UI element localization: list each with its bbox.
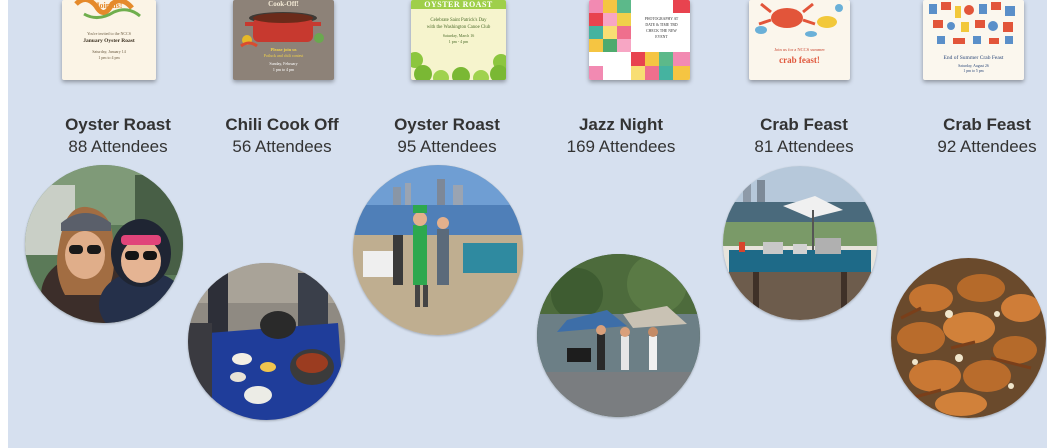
card-line: EVENT [655, 35, 668, 39]
photo-chili-cook-off-table [188, 263, 345, 420]
event-name: Oyster Roast [394, 115, 500, 134]
card-heading: crab feast! [779, 55, 820, 65]
attendee-count: 88 Attendees [68, 137, 168, 156]
invitation-card-chili-cook-off: Cook-Off! Please join us Potluck and chi… [233, 0, 334, 80]
attendee-count: 92 Attendees [937, 137, 1037, 156]
event-name: Crab Feast [943, 115, 1031, 134]
attendee-count: 56 Attendees [232, 137, 332, 156]
card-line: 1 pm to 4 pm [272, 67, 295, 72]
card-heading: End of Summer Crab Feast [943, 55, 1004, 61]
card-line: Saturday, March 16 [442, 33, 475, 38]
card-line: Sunday, February [269, 61, 298, 66]
event-name: Oyster Roast [65, 115, 171, 134]
invitation-card-end-of-summer-crab-feast: End of Summer Crab Feast Saturday, Augus… [923, 0, 1024, 80]
invitation-card-jazz-night: PHOTOGRAPHY AT DATE & TIME TBD CHECK THE… [589, 0, 690, 80]
card-line: Celebrate Saint Patrick's Day [430, 18, 487, 23]
event-label-oyster-roast-january: Oyster Roast 88 Attendees [33, 114, 203, 158]
event-name: Crab Feast [760, 115, 848, 134]
event-label-crab-feast-end-of-summer: Crab Feast 92 Attendees [902, 114, 1047, 158]
attendee-count: 95 Attendees [397, 137, 497, 156]
invitation-card-oyster-roast-march: OYSTER ROAST Celebrate Saint Patrick's D… [411, 0, 506, 80]
photo-crab-feast-buffet [723, 166, 877, 320]
event-label-crab-feast-summer: Crab Feast 81 Attendees [719, 114, 889, 158]
card-line: 1 pm to 4 pm [98, 55, 120, 60]
card-line: CHECK THE NEW [646, 29, 677, 33]
photo-oyster-roast-selfie [25, 165, 183, 323]
card-line: 1 pm - 4 pm [448, 39, 469, 44]
card-heading: Join us! [95, 1, 123, 10]
card-line: Saturday, January 14 [92, 49, 126, 54]
photo-crab-feast-crabs [891, 258, 1046, 418]
card-heading: Cook-Off! [268, 0, 299, 8]
photo-oyster-roast-waterfront [353, 165, 523, 335]
invitation-card-oyster-roast-january: Join us! You're invited to the NCCS Janu… [62, 0, 156, 80]
event-label-jazz-night: Jazz Night 169 Attendees [536, 114, 706, 158]
card-line: Saturday, August 26 [958, 64, 989, 68]
card-line: Please join us [270, 47, 297, 52]
card-line: PHOTOGRAPHY AT [644, 17, 679, 21]
event-name: Chili Cook Off [225, 115, 339, 134]
photo-jazz-night-band [537, 254, 700, 417]
card-heading: OYSTER ROAST [424, 0, 493, 9]
event-label-chili-cook-off: Chili Cook Off 56 Attendees [197, 114, 367, 158]
card-line: DATE & TIME TBD [645, 23, 678, 27]
slide-background: Join us! You're invited to the NCCS Janu… [8, 0, 1047, 448]
event-label-oyster-roast-march: Oyster Roast 95 Attendees [362, 114, 532, 158]
event-name: Jazz Night [578, 115, 664, 134]
card-line: with the Washington Canoe Club [426, 25, 491, 30]
card-line: 1 pm to 5 pm [963, 69, 984, 73]
attendee-count: 81 Attendees [754, 137, 854, 156]
invitation-card-crab-feast-summer: Join us for a NCCS summer crab feast! [749, 0, 850, 80]
card-line: Potluck and chili contest [263, 53, 304, 58]
card-line: January Oyster Roast [83, 38, 135, 44]
card-line: Join us for a NCCS summer [774, 47, 825, 52]
attendee-count: 169 Attendees [566, 137, 676, 156]
card-line: You're invited to the NCCS [87, 31, 131, 36]
